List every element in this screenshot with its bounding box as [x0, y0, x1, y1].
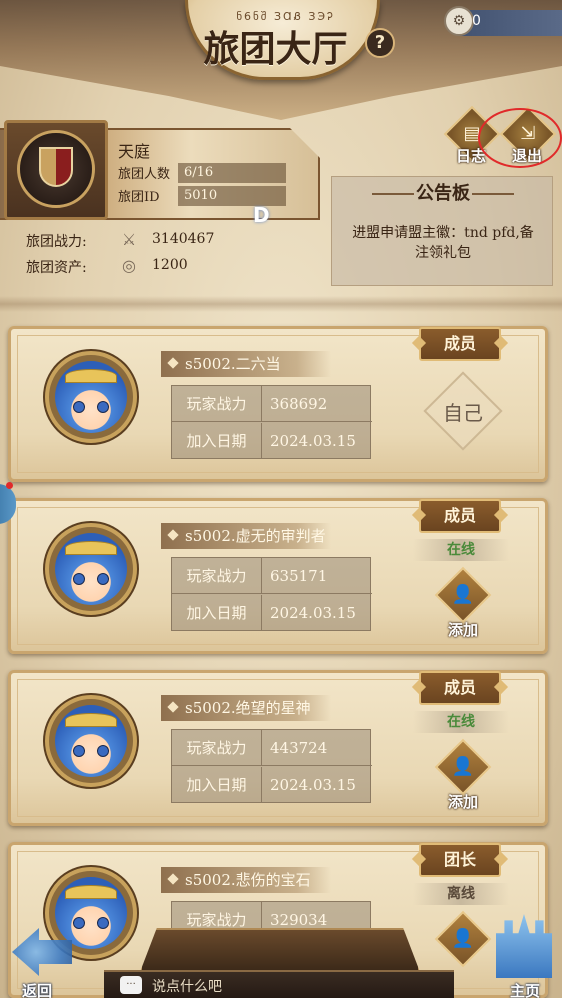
chat-bubble-icon: ··· [120, 976, 142, 994]
join-date-label: 加入日期 [172, 423, 262, 459]
power-value: 368692 [270, 395, 328, 413]
member-card[interactable]: s5002.绝望的星神 玩家战力 443724 加入日期 2024.03.15 … [8, 670, 548, 826]
crown-icon [65, 541, 117, 555]
role-tag: 团长 [419, 843, 501, 877]
stats-row: 加入日期 2024.03.15 [172, 423, 372, 459]
member-name: s5002.绝望的星神 [161, 695, 331, 721]
member-stats-table: 玩家战力 443724 加入日期 2024.03.15 [171, 729, 372, 803]
page-title: 旅团大厅 [203, 28, 348, 70]
guild-power-value: 3140467 [152, 231, 215, 247]
self-label: 自己 [443, 401, 483, 425]
power-value: 635171 [270, 567, 328, 585]
stats-row: 加入日期 2024.03.15 [172, 595, 372, 631]
guild-hall-screen: ნ6ნშ ЗⱭᏰ ЗЭᎮ 旅团大厅 ? ⚙ 0 天庭 旅团人数 6/16 旅团I… [0, 0, 562, 998]
avatar-eyes [73, 745, 109, 757]
guild-members-value: 6/16 [178, 163, 286, 183]
guild-assets-value: 1200 [152, 257, 188, 273]
home-label: 主页 [510, 982, 541, 998]
overlay-letter: D [253, 203, 270, 227]
join-date-value: 2024.03.15 [270, 432, 356, 450]
guild-members-label: 旅团人数 [118, 167, 171, 182]
coin-pile-icon: ◎ [122, 256, 136, 275]
section-divider [0, 296, 562, 312]
chat-placeholder: 说点什么吧 [152, 979, 222, 995]
role-tag: 成员 [419, 499, 501, 533]
stats-row: 玩家战力 368692 [172, 386, 372, 422]
guild-id-label: 旅团ID [118, 190, 160, 205]
help-icon[interactable]: ? [365, 28, 395, 58]
avatar-eyes [73, 573, 109, 585]
crown-icon [65, 885, 117, 899]
status-online: 在线 [413, 539, 509, 561]
notice-title-divider [472, 193, 514, 195]
member-stats-table: 玩家战力 635171 加入日期 2024.03.15 [171, 557, 372, 631]
crossed-swords-icon: ⚔ [121, 230, 137, 249]
back-label: 返回 [22, 982, 53, 998]
add-user-icon: 👤 [451, 584, 475, 605]
avatar-eyes [73, 401, 109, 413]
avatar-eyes [73, 917, 109, 929]
member-stats-table: 玩家战力 368692 加入日期 2024.03.15 [171, 385, 372, 459]
notification-dot [6, 482, 13, 489]
guild-emblem-frame [4, 120, 108, 220]
stats-row: 玩家战力 443724 [172, 730, 372, 766]
power-value: 443724 [270, 739, 328, 757]
add-label: 添加 [447, 621, 478, 639]
member-name: s5002.悲伤的宝石 [161, 867, 331, 893]
stats-row: 玩家战力 635171 [172, 558, 372, 594]
guild-power-label: 旅团战力: [26, 234, 87, 250]
avatar[interactable] [45, 695, 137, 787]
stats-row: 加入日期 2024.03.15 [172, 767, 372, 803]
title-plaque: ნ6ნშ ЗⱭᏰ ЗЭᎮ 旅团大厅 [185, 0, 380, 80]
guild-name: 天庭 [118, 142, 151, 161]
power-label: 玩家战力 [172, 730, 262, 766]
member-name: s5002.二六当 [161, 351, 331, 377]
member-card[interactable]: s5002.虚无的审判者 玩家战力 635171 加入日期 2024.03.15… [8, 498, 548, 654]
bottom-bar: ··· 说点什么吧 返回 主页 [0, 914, 562, 998]
join-date-label: 加入日期 [172, 767, 262, 803]
crown-icon [65, 369, 117, 383]
power-label: 玩家战力 [172, 386, 262, 422]
role-tag: 成员 [419, 327, 501, 361]
back-button[interactable]: 返回 [8, 928, 78, 998]
status-online: 在线 [413, 711, 509, 733]
castle-icon [496, 914, 552, 978]
notice-board: 公告板 进盟申请盟主徽：tnd pfd,备注领礼包 [331, 176, 553, 286]
guild-emblem-icon [17, 130, 95, 208]
member-name: s5002.虚无的审判者 [161, 523, 331, 549]
currency-counter: ⚙ 0 [444, 6, 562, 36]
power-label: 玩家战力 [172, 558, 262, 594]
status-offline: 离线 [413, 883, 509, 905]
highlight-circle [478, 108, 562, 168]
crown-icon [65, 713, 117, 727]
home-button[interactable]: 主页 [490, 914, 556, 998]
join-date-label: 加入日期 [172, 595, 262, 631]
currency-value: 0 [472, 13, 481, 29]
add-user-icon: 👤 [451, 756, 475, 777]
chat-input[interactable]: ··· 说点什么吧 [104, 970, 454, 998]
member-card[interactable]: s5002.二六当 玩家战力 368692 加入日期 2024.03.15 成员… [8, 326, 548, 482]
avatar[interactable] [45, 351, 137, 443]
avatar[interactable] [45, 523, 137, 615]
notice-body: 进盟申请盟主徽：tnd pfd,备注领礼包 [352, 225, 534, 261]
role-tag: 成员 [419, 671, 501, 705]
back-arrow-icon [12, 928, 72, 976]
gear-coin-icon: ⚙ [444, 6, 474, 36]
chat-frame [140, 928, 420, 972]
join-date-value: 2024.03.15 [270, 604, 356, 622]
guild-assets-label: 旅团资产: [26, 260, 87, 276]
add-label: 添加 [447, 793, 478, 811]
notice-title: 公告板 [416, 183, 470, 204]
join-date-value: 2024.03.15 [270, 776, 356, 794]
